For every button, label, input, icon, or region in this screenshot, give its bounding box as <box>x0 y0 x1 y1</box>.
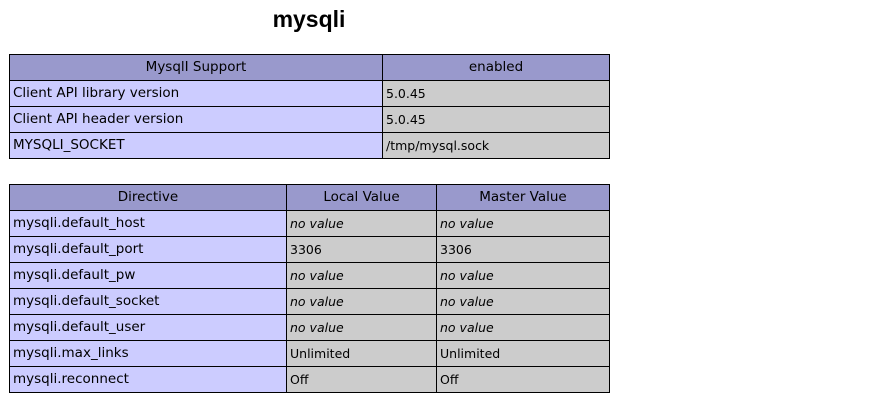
setting-value: 5.0.45 <box>382 80 610 107</box>
master-value: Off <box>436 366 610 393</box>
setting-value: /tmp/mysql.sock <box>382 132 610 159</box>
local-value: Unlimited <box>286 340 437 367</box>
table-row: mysqli.default_pw no value no value <box>9 262 610 289</box>
local-value: no value <box>286 262 437 289</box>
master-value: no value <box>436 288 610 315</box>
table-row: mysqli.default_port 3306 3306 <box>9 236 610 263</box>
table-row: mysqli.default_host no value no value <box>9 210 610 237</box>
master-value: Unlimited <box>436 340 610 367</box>
column-header: enabled <box>382 54 610 81</box>
table-row: mysqli.default_socket no value no value <box>9 288 610 315</box>
master-value: no value <box>436 262 610 289</box>
table-header-row: Directive Local Value Master Value <box>9 184 610 211</box>
table-row: MYSQLI_SOCKET /tmp/mysql.sock <box>9 132 610 159</box>
table-row: Client API header version 5.0.45 <box>9 106 610 133</box>
directive-table: Directive Local Value Master Value mysql… <box>9 184 610 393</box>
setting-value: 5.0.45 <box>382 106 610 133</box>
directive-name: mysqli.default_user <box>9 314 287 341</box>
table-header-row: MysqlI Support enabled <box>9 54 610 81</box>
setting-name: MYSQLI_SOCKET <box>9 132 383 159</box>
directive-name: mysqli.default_pw <box>9 262 287 289</box>
local-value: no value <box>286 288 437 315</box>
directive-name: mysqli.default_host <box>9 210 287 237</box>
mysqli-support-table: MysqlI Support enabled Client API librar… <box>9 54 610 159</box>
table-row: mysqli.reconnect Off Off <box>9 366 610 393</box>
column-header-local-value: Local Value <box>286 184 437 211</box>
master-value: no value <box>436 314 610 341</box>
master-value: 3306 <box>436 236 610 263</box>
directive-name: mysqli.max_links <box>9 340 287 367</box>
setting-name: Client API library version <box>9 80 383 107</box>
column-header-directive: Directive <box>9 184 287 211</box>
directive-name: mysqli.default_socket <box>9 288 287 315</box>
column-header: MysqlI Support <box>9 54 383 81</box>
table-row: mysqli.default_user no value no value <box>9 314 610 341</box>
table-row: Client API library version 5.0.45 <box>9 80 610 107</box>
table-row: mysqli.max_links Unlimited Unlimited <box>9 340 610 367</box>
local-value: Off <box>286 366 437 393</box>
directive-name: mysqli.reconnect <box>9 366 287 393</box>
setting-name: Client API header version <box>9 106 383 133</box>
local-value: no value <box>286 314 437 341</box>
column-header-master-value: Master Value <box>436 184 610 211</box>
local-value: 3306 <box>286 236 437 263</box>
local-value: no value <box>286 210 437 237</box>
master-value: no value <box>436 210 610 237</box>
directive-name: mysqli.default_port <box>9 236 287 263</box>
page-title: mysqli <box>272 6 346 32</box>
